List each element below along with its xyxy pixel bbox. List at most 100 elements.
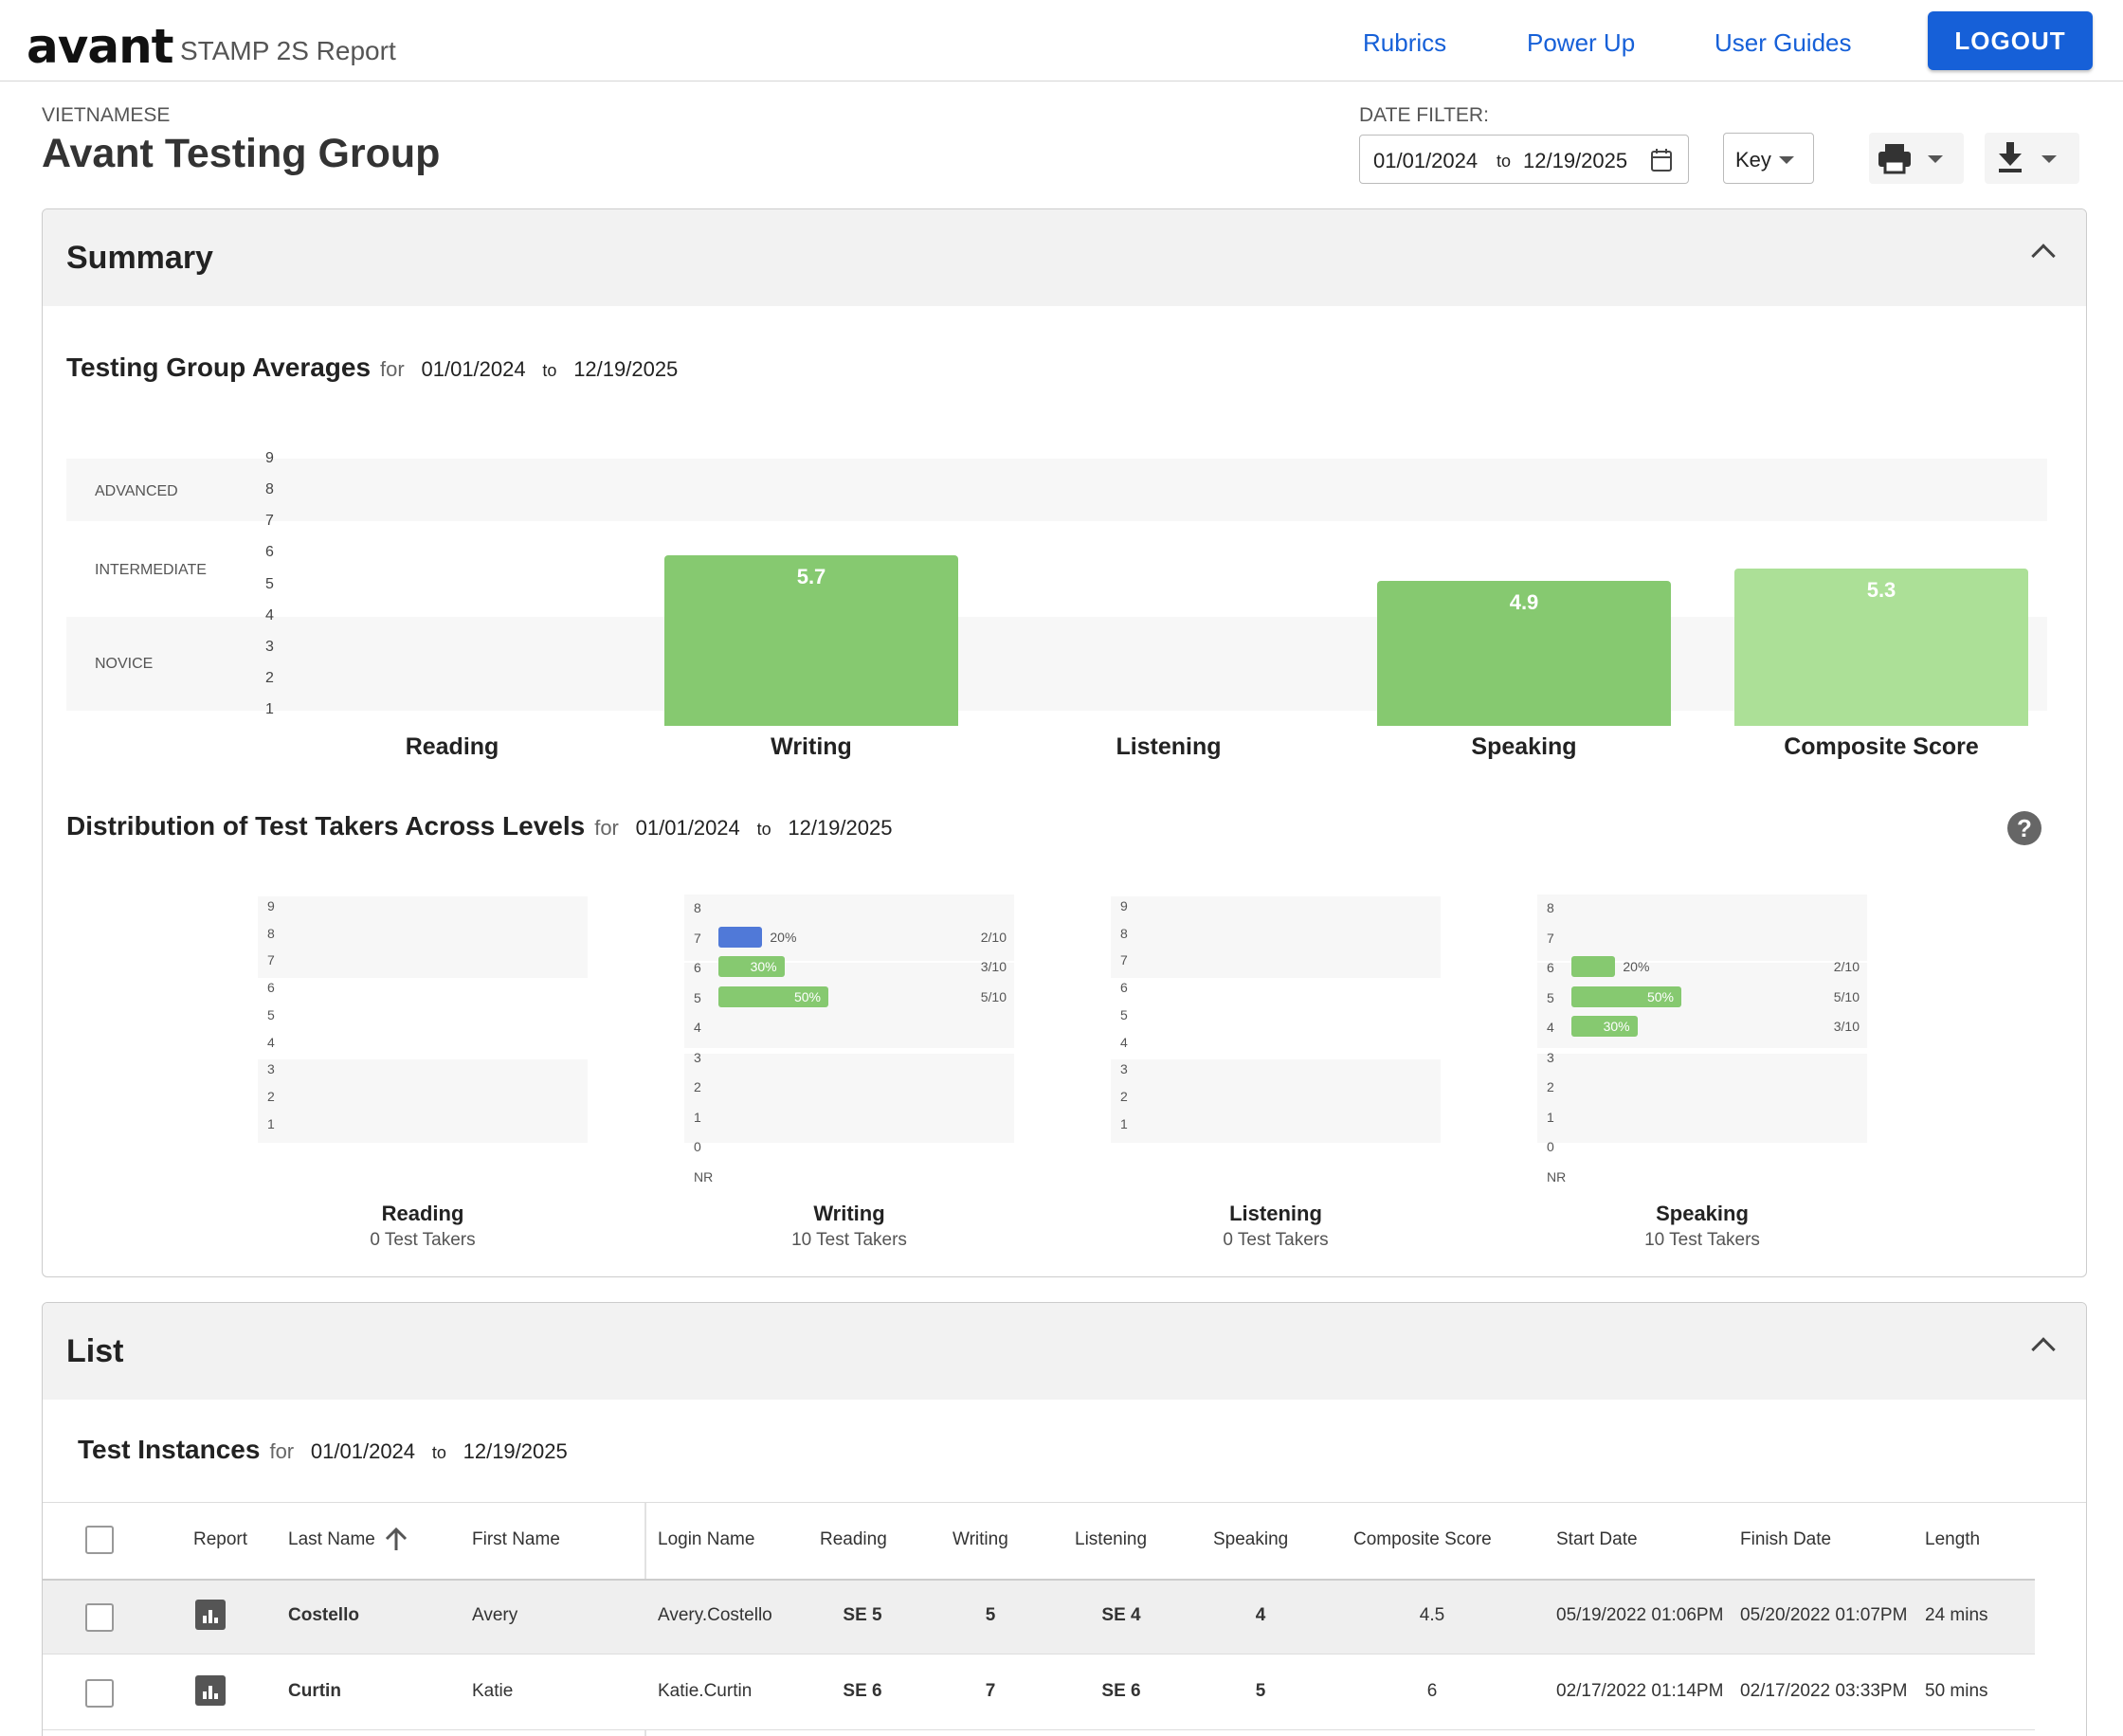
date-from-value[interactable]: 01/01/2024 bbox=[1373, 149, 1478, 173]
print-menu-button[interactable] bbox=[1869, 133, 1964, 184]
averages-title-text: Testing Group Averages bbox=[66, 353, 372, 382]
col-login-name[interactable]: Login Name bbox=[658, 1529, 754, 1550]
chevron-down-icon bbox=[1779, 156, 1794, 164]
fraction-label: 5/10 bbox=[1833, 988, 1860, 1004]
last-name-cell[interactable]: Curtin bbox=[288, 1681, 341, 1702]
bar-chart-icon[interactable] bbox=[195, 1675, 226, 1706]
average-bar[interactable]: 5.7 bbox=[664, 555, 958, 726]
to-word: to bbox=[542, 361, 557, 380]
bar-chart-icon[interactable] bbox=[195, 1600, 226, 1630]
col-speaking[interactable]: Speaking bbox=[1213, 1529, 1288, 1550]
col-report: Report bbox=[193, 1529, 248, 1549]
col-length[interactable]: Length bbox=[1925, 1529, 1980, 1550]
distribution-bar[interactable]: 50% bbox=[718, 986, 828, 1007]
y-tick: 7 bbox=[694, 930, 701, 946]
col-first-name[interactable]: First Name bbox=[472, 1529, 560, 1550]
col-writing[interactable]: Writing bbox=[953, 1529, 1008, 1550]
average-bar[interactable]: 5.3 bbox=[1734, 568, 2028, 726]
distribution-title-text: Distribution of Test Takers Across Level… bbox=[66, 811, 586, 841]
for-label: for bbox=[594, 816, 619, 840]
y-tick: 2 bbox=[694, 1079, 701, 1094]
y-tick: 3 bbox=[1547, 1049, 1554, 1065]
y-tick: 8 bbox=[267, 925, 275, 941]
select-all-checkbox[interactable] bbox=[85, 1526, 114, 1554]
y-tick: 6 bbox=[1120, 980, 1128, 996]
chevron-up-icon[interactable] bbox=[2031, 1337, 2056, 1362]
y-tick: 8 bbox=[1547, 900, 1554, 915]
y-tick: 2 bbox=[1547, 1079, 1554, 1094]
y-tick: 8 bbox=[265, 481, 274, 498]
summary-header[interactable]: Summary bbox=[43, 209, 2086, 306]
y-tick: 4 bbox=[1547, 1020, 1554, 1035]
help-icon[interactable]: ? bbox=[2007, 811, 2041, 845]
col-listening[interactable]: Listening bbox=[1075, 1529, 1147, 1550]
distribution-bar[interactable]: 50% bbox=[1571, 986, 1681, 1007]
col-composite-score[interactable]: Composite Score bbox=[1353, 1529, 1492, 1550]
last-name-cell[interactable]: Costello bbox=[288, 1605, 359, 1626]
distribution-bar[interactable]: 30% bbox=[1571, 1016, 1638, 1037]
level-band bbox=[1537, 1054, 1867, 1143]
col-last-name[interactable]: Last Name bbox=[288, 1529, 375, 1550]
y-tick: 4 bbox=[694, 1020, 701, 1035]
language-label: VIETNAMESE bbox=[42, 104, 171, 126]
distribution-bar[interactable] bbox=[718, 926, 763, 948]
average-bar[interactable]: 4.9 bbox=[1377, 580, 1671, 726]
averages-title: Testing Group Averages for 01/01/2024 to … bbox=[66, 353, 678, 383]
nav-power-up-link[interactable]: Power Up bbox=[1527, 28, 1635, 58]
avant-logo[interactable]: avant bbox=[27, 19, 174, 74]
col-finish-date[interactable]: Finish Date bbox=[1740, 1529, 1831, 1550]
level-band bbox=[258, 978, 588, 1059]
category-label: Speaking bbox=[1471, 733, 1577, 760]
list-header[interactable]: List bbox=[43, 1303, 2086, 1400]
nav-rubrics-link[interactable]: Rubrics bbox=[1363, 28, 1446, 58]
arrow-up-icon[interactable] bbox=[383, 1526, 409, 1552]
bar-value-label: 5.3 bbox=[1866, 577, 1896, 602]
login-name-cell: Avery.Costello bbox=[658, 1605, 772, 1625]
category-label: Composite Score bbox=[1784, 733, 1979, 760]
category-label: Writing bbox=[771, 733, 852, 760]
y-tick: 9 bbox=[265, 450, 274, 466]
distribution-bar[interactable]: 30% bbox=[718, 956, 785, 977]
reading-cell: SE 6 bbox=[843, 1681, 882, 1701]
top-bar: avant STAMP 2S Report Rubrics Power Up U… bbox=[0, 0, 2123, 81]
to-word: to bbox=[756, 820, 771, 839]
reading-cell: SE 5 bbox=[843, 1605, 882, 1625]
length-cell: 50 mins bbox=[1925, 1681, 1988, 1701]
finish-date-cell: 05/20/2022 01:07PM bbox=[1740, 1605, 1908, 1625]
test-taker-count: 0 Test Takers bbox=[1223, 1230, 1329, 1250]
row-checkbox[interactable] bbox=[85, 1679, 114, 1708]
y-tick: 4 bbox=[265, 606, 274, 624]
y-tick: 4 bbox=[267, 1034, 275, 1050]
chevron-up-icon[interactable] bbox=[2031, 244, 2056, 268]
from-date: 01/01/2024 bbox=[310, 1439, 416, 1463]
key-label: Key bbox=[1735, 148, 1771, 172]
key-dropdown[interactable]: Key bbox=[1723, 133, 1814, 184]
y-tick: 7 bbox=[267, 952, 275, 968]
app-name: STAMP 2S Report bbox=[180, 36, 396, 65]
logout-button[interactable]: LOGOUT bbox=[1928, 11, 2093, 70]
from-date: 01/01/2024 bbox=[421, 357, 526, 381]
level-band bbox=[1111, 896, 1441, 978]
listening-cell: SE 4 bbox=[1101, 1605, 1141, 1625]
date-range-input[interactable]: 01/01/2024 to 12/19/2025 bbox=[1359, 135, 1689, 184]
col-start-date[interactable]: Start Date bbox=[1556, 1529, 1638, 1550]
y-tick: 3 bbox=[265, 638, 274, 655]
percent-label: 30% bbox=[750, 959, 777, 974]
level-intermediate: INTERMEDIATE bbox=[95, 562, 207, 578]
date-to-value[interactable]: 12/19/2025 bbox=[1523, 149, 1627, 173]
y-tick: 1 bbox=[267, 1115, 275, 1131]
level-band bbox=[684, 1054, 1014, 1143]
download-menu-button[interactable] bbox=[1985, 133, 2079, 184]
to-date: 12/19/2025 bbox=[573, 357, 679, 381]
col-reading[interactable]: Reading bbox=[820, 1529, 887, 1550]
calendar-icon[interactable] bbox=[1650, 148, 1673, 172]
band-advanced bbox=[66, 459, 2047, 521]
distribution-label: Writing 10 Test Takers bbox=[707, 1202, 991, 1251]
y-tick: 6 bbox=[694, 960, 701, 975]
row-checkbox[interactable] bbox=[85, 1603, 114, 1632]
nav-user-guides-link[interactable]: User Guides bbox=[1715, 28, 1852, 58]
to-word: to bbox=[431, 1443, 446, 1462]
y-tick: 3 bbox=[1120, 1061, 1128, 1077]
bar-value-label: 5.7 bbox=[796, 565, 826, 589]
distribution-bar[interactable] bbox=[1571, 956, 1616, 977]
